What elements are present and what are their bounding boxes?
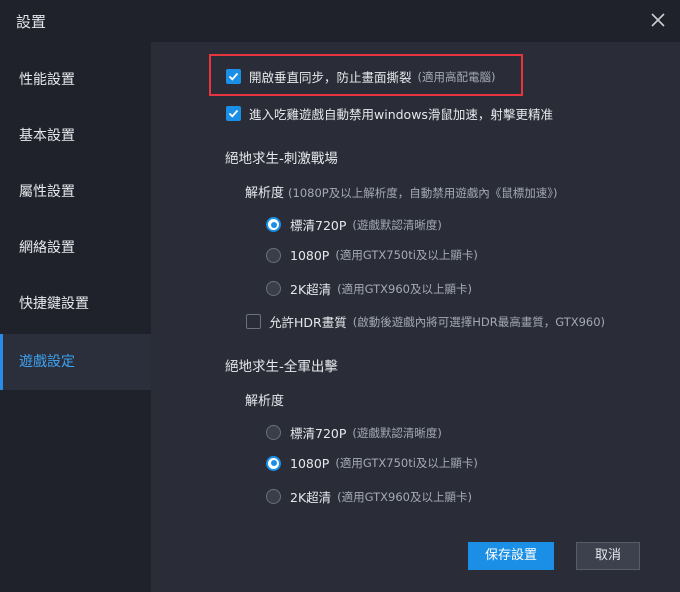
mouse-accel-option[interactable]: 進入吃雞遊戲自動禁用windows滑鼠加速，射擊更精准 bbox=[226, 104, 553, 123]
option-hint: (遊戲默認清晰度) bbox=[352, 425, 442, 440]
window-title: 設置 bbox=[16, 13, 47, 31]
option-hint: (適用GTX750ti及以上顯卡) bbox=[335, 248, 478, 262]
game1-title: 絕地求生-刺激戰場 bbox=[225, 151, 338, 167]
cancel-button[interactable]: 取消 bbox=[576, 542, 640, 570]
game1-resolution-label: 解析度 bbox=[245, 186, 285, 201]
game2-title: 絕地求生-全軍出擊 bbox=[225, 359, 338, 375]
option-label: 2K超清 bbox=[290, 282, 332, 297]
option-label: 1080P bbox=[290, 455, 330, 471]
sidebar-item-performance[interactable]: 性能設置 bbox=[0, 52, 151, 108]
vsync-label: 開啟垂直同步，防止畫面撕裂 bbox=[249, 70, 412, 85]
game1-option-2k[interactable]: 2K超清 (適用GTX960及以上顯卡) bbox=[266, 279, 472, 298]
close-icon[interactable] bbox=[648, 10, 668, 30]
option-label: 1080P bbox=[290, 247, 330, 263]
sidebar-item-hotkeys[interactable]: 快捷鍵設置 bbox=[0, 276, 151, 332]
hdr-hint: (啟動後遊戲內將可選擇HDR最高畫質，GTX960) bbox=[352, 314, 606, 329]
mouse-accel-label: 進入吃雞遊戲自動禁用windows滑鼠加速，射擊更精准 bbox=[249, 107, 553, 122]
radio-button[interactable] bbox=[266, 281, 281, 296]
game2-option-2k[interactable]: 2K超清 (適用GTX960及以上顯卡) bbox=[266, 487, 472, 506]
radio-button[interactable] bbox=[266, 425, 281, 440]
game1-option-720p[interactable]: 標清720P (遊戲默認清晰度) bbox=[266, 215, 442, 234]
settings-panel: 開啟垂直同步，防止畫面撕裂 (適用高配電腦) 進入吃雞遊戲自動禁用windows… bbox=[151, 42, 680, 592]
option-hint: (適用GTX750ti及以上顯卡) bbox=[335, 456, 478, 470]
save-button[interactable]: 保存設置 bbox=[468, 542, 554, 570]
vsync-checkbox[interactable] bbox=[226, 69, 241, 84]
sidebar-item-basic[interactable]: 基本設置 bbox=[0, 108, 151, 164]
sidebar-item-game-settings[interactable]: 遊戲設定 bbox=[0, 334, 151, 390]
option-label: 標清720P bbox=[290, 218, 347, 233]
option-hint: (適用GTX960及以上顯卡) bbox=[337, 281, 472, 296]
radio-button[interactable] bbox=[266, 217, 281, 232]
option-hint: (適用GTX960及以上顯卡) bbox=[337, 489, 472, 504]
option-label: 標清720P bbox=[290, 426, 347, 441]
game2-option-720p[interactable]: 標清720P (遊戲默認清晰度) bbox=[266, 423, 442, 442]
game1-option-1080p[interactable]: 1080P (適用GTX750ti及以上顯卡) bbox=[266, 247, 478, 263]
radio-button[interactable] bbox=[266, 455, 281, 471]
game1-resolution-heading: 解析度 (1080P及以上解析度，自動禁用遊戲內《鼠標加速》) bbox=[245, 182, 557, 201]
game2-resolution-heading: 解析度 bbox=[245, 394, 285, 409]
vsync-hint: (適用高配電腦) bbox=[417, 69, 496, 84]
sidebar-item-properties[interactable]: 屬性設置 bbox=[0, 164, 151, 220]
vsync-option[interactable]: 開啟垂直同步，防止畫面撕裂 (適用高配電腦) bbox=[226, 67, 496, 86]
title-bar: 設置 bbox=[0, 0, 680, 42]
option-label: 2K超清 bbox=[290, 490, 332, 505]
hdr-option[interactable]: 允許HDR畫質 (啟動後遊戲內將可選擇HDR最高畫質，GTX960) bbox=[246, 312, 605, 331]
hdr-label: 允許HDR畫質 bbox=[269, 315, 347, 330]
radio-button[interactable] bbox=[266, 247, 281, 263]
game2-option-1080p[interactable]: 1080P (適用GTX750ti及以上顯卡) bbox=[266, 455, 478, 471]
option-hint: (遊戲默認清晰度) bbox=[352, 217, 442, 232]
sidebar: 性能設置 基本設置 屬性設置 網絡設置 快捷鍵設置 遊戲設定 bbox=[0, 42, 151, 592]
hdr-checkbox[interactable] bbox=[246, 314, 261, 329]
game1-resolution-hint: (1080P及以上解析度，自動禁用遊戲內《鼠標加速》) bbox=[288, 186, 558, 200]
radio-button[interactable] bbox=[266, 489, 281, 504]
mouse-accel-checkbox[interactable] bbox=[226, 106, 241, 121]
sidebar-item-network[interactable]: 網絡設置 bbox=[0, 220, 151, 276]
